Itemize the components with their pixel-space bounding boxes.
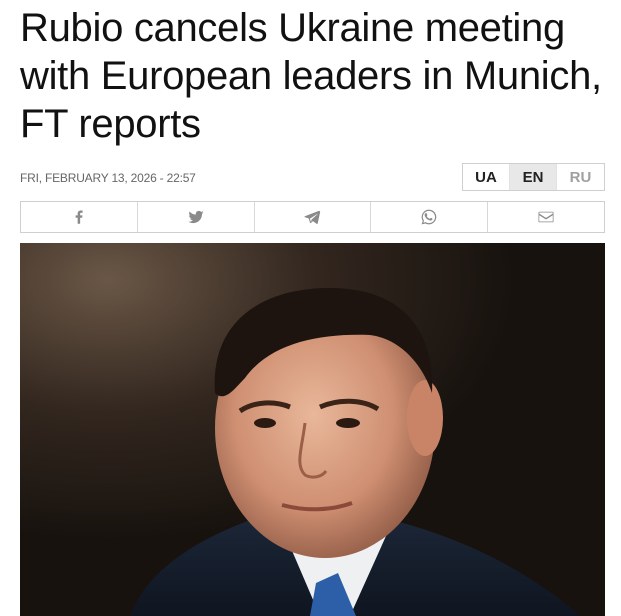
- share-bar: [20, 201, 605, 233]
- article-meta: FRI, FEBRUARY 13, 2026 - 22:57 UA EN RU: [20, 163, 605, 193]
- facebook-icon: [75, 210, 83, 224]
- language-ru-button[interactable]: RU: [557, 164, 604, 190]
- article-headline: Rubio cancels Ukraine meeting with Europ…: [20, 6, 602, 146]
- share-twitter-button[interactable]: [138, 202, 255, 232]
- share-whatsapp-button[interactable]: [371, 202, 489, 232]
- twitter-icon: [188, 210, 204, 224]
- share-facebook-button[interactable]: [21, 202, 138, 232]
- article-photo: [20, 243, 605, 616]
- language-en-button[interactable]: EN: [510, 164, 557, 190]
- email-icon: [538, 211, 554, 223]
- whatsapp-icon: [421, 209, 437, 225]
- portrait-illustration: [20, 243, 605, 616]
- share-telegram-button[interactable]: [255, 202, 372, 232]
- language-switcher: UA EN RU: [462, 163, 605, 191]
- article-dateline: FRI, FEBRUARY 13, 2026 - 22:57: [20, 171, 196, 185]
- language-ua-button[interactable]: UA: [463, 164, 510, 190]
- share-email-button[interactable]: [488, 202, 604, 232]
- telegram-icon: [304, 210, 321, 224]
